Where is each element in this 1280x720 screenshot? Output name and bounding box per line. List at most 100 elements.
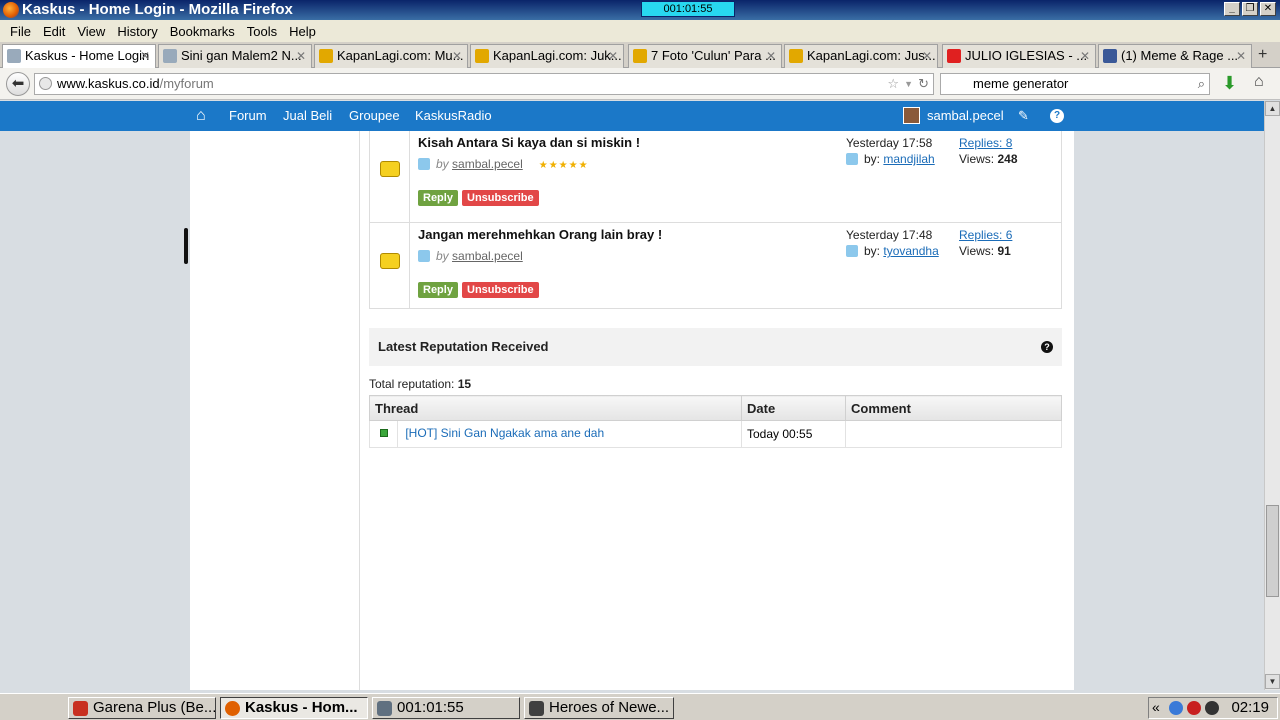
- reputation-thread-link[interactable]: [HOT] Sini Gan Ngakak ama ane dah: [405, 426, 604, 440]
- last-poster-link[interactable]: tyovandha: [883, 244, 938, 258]
- replies-link[interactable]: Replies: 8: [959, 136, 1012, 150]
- taskbar-label: Garena Plus (Be...: [93, 699, 216, 716]
- reputation-comment: [845, 420, 1062, 448]
- expand-icon[interactable]: [418, 250, 430, 262]
- author-link[interactable]: sambal.pecel: [452, 157, 523, 171]
- close-tab-icon[interactable]: ✕: [766, 45, 776, 67]
- kapanlagi-icon: [789, 49, 803, 63]
- column-comment: Comment: [845, 395, 1062, 421]
- tab-label: KapanLagi.com: Jus...: [807, 48, 936, 63]
- expand-icon[interactable]: [418, 158, 430, 170]
- tab-kapanlagi-2[interactable]: KapanLagi.com: Juk... ✕: [470, 44, 624, 68]
- thread-title[interactable]: Kisah Antara Si kaya dan si miskin !: [418, 135, 640, 150]
- pencil-icon[interactable]: ✎: [1018, 101, 1029, 131]
- firefox-icon: [3, 2, 19, 18]
- new-tab-button[interactable]: +: [1258, 46, 1267, 64]
- home-icon[interactable]: ⌂: [196, 101, 206, 131]
- url-bar[interactable]: www.kaskus.co.id/myforum ☆ ▼ ↻: [34, 73, 934, 95]
- unsubscribe-button[interactable]: Unsubscribe: [462, 190, 539, 206]
- url-host: www.kaskus.co.id: [57, 76, 160, 91]
- thread-title[interactable]: Jangan merehmehkan Orang lain bray !: [418, 227, 662, 242]
- close-tab-icon[interactable]: ✕: [1080, 45, 1090, 67]
- menu-help[interactable]: Help: [283, 24, 322, 39]
- close-tab-icon[interactable]: ✕: [296, 45, 306, 67]
- go-last-post-icon[interactable]: [846, 245, 858, 257]
- nav-groupee[interactable]: Groupee: [349, 101, 400, 131]
- tab-meme-rage[interactable]: (1) Meme & Rage ... ✕: [1098, 44, 1252, 68]
- kapanlagi-icon: [319, 49, 333, 63]
- tab-kaskus-home[interactable]: Kaskus - Home Login ✕: [2, 44, 156, 68]
- scroll-up-icon[interactable]: ▲: [1265, 101, 1280, 116]
- by-prefix: by: [436, 249, 449, 263]
- page-scrollbar[interactable]: ▲ ▼: [1264, 101, 1280, 690]
- thread-cell: [HOT] Sini Gan Ngakak ama ane dah: [369, 420, 742, 448]
- folder-icon: [380, 253, 400, 269]
- garena-tray-icon[interactable]: [1187, 701, 1201, 715]
- close-tab-icon[interactable]: ✕: [1236, 45, 1246, 67]
- nav-jual-beli[interactable]: Jual Beli: [283, 101, 332, 131]
- download-icon[interactable]: ⬇: [1222, 73, 1237, 94]
- close-tab-icon[interactable]: ✕: [452, 45, 462, 67]
- restore-button[interactable]: ❐: [1242, 2, 1258, 16]
- close-window-button[interactable]: ✕: [1260, 2, 1276, 16]
- menu-history[interactable]: History: [111, 24, 163, 39]
- tray-expand-icon[interactable]: «: [1152, 699, 1160, 715]
- last-poster-link[interactable]: mandjilah: [883, 152, 934, 166]
- unsubscribe-button[interactable]: Unsubscribe: [462, 282, 539, 298]
- go-last-post-icon[interactable]: [846, 153, 858, 165]
- tab-label: KapanLagi.com: Mu...: [337, 48, 464, 63]
- tab-sini-gan[interactable]: Sini gan Malem2 N... ✕: [158, 44, 312, 68]
- avatar[interactable]: [903, 107, 920, 124]
- reload-icon[interactable]: ↻: [918, 74, 929, 94]
- menu-edit[interactable]: Edit: [37, 24, 71, 39]
- tab-kapanlagi-1[interactable]: KapanLagi.com: Mu... ✕: [314, 44, 468, 68]
- taskbar-label: 001:01:55: [397, 699, 464, 716]
- author-link[interactable]: sambal.pecel: [452, 249, 523, 263]
- taskbar-hon[interactable]: Heroes of Newe...: [524, 697, 674, 719]
- scroll-thumb[interactable]: [1266, 505, 1279, 597]
- reputation-table: Thread Date Comment [HOT] Sini Gan Ngaka…: [369, 395, 1062, 448]
- thread-row: Kisah Antara Si kaya dan si miskin ! by …: [370, 131, 1061, 223]
- network-icon[interactable]: [1169, 701, 1183, 715]
- menu-file[interactable]: File: [4, 24, 37, 39]
- replies-link[interactable]: Replies: 6: [959, 228, 1012, 242]
- url-dropdown-icon[interactable]: ▼: [904, 74, 913, 94]
- bookmark-star-icon[interactable]: ☆: [887, 74, 899, 94]
- tab-7-foto[interactable]: 7 Foto 'Culun' Para ... ✕: [628, 44, 782, 68]
- column-date: Date: [741, 395, 846, 421]
- last-post: by: mandjilah: [846, 152, 935, 166]
- tab-kapanlagi-3[interactable]: KapanLagi.com: Jus... ✕: [784, 44, 938, 68]
- tab-julio-iglesias[interactable]: JULIO IGLESIAS - ... ✕: [942, 44, 1096, 68]
- close-tab-icon[interactable]: ✕: [140, 45, 150, 67]
- table-header: Thread Date Comment: [369, 395, 1062, 421]
- minimize-button[interactable]: _: [1224, 2, 1240, 16]
- scroll-down-icon[interactable]: ▼: [1265, 674, 1280, 689]
- timer-overlay: 001:01:55: [641, 1, 735, 17]
- tab-bar: Kaskus - Home Login ✕ Sini gan Malem2 N.…: [0, 42, 1280, 68]
- app-tray-icon[interactable]: [1205, 701, 1219, 715]
- reputation-heading: Latest Reputation Received ?: [369, 328, 1062, 366]
- menu-bookmarks[interactable]: Bookmarks: [164, 24, 241, 39]
- menu-bar: File Edit View History Bookmarks Tools H…: [0, 20, 1280, 42]
- back-button[interactable]: ⬅: [6, 72, 30, 96]
- thread-date: Yesterday 17:48: [846, 228, 933, 242]
- thread-author: by sambal.pecel ★★★★★: [418, 157, 589, 171]
- nav-kaskusradio[interactable]: KaskusRadio: [415, 101, 492, 131]
- home-icon[interactable]: ⌂: [1254, 73, 1264, 91]
- magnifier-icon[interactable]: ⌕: [1198, 74, 1205, 94]
- reply-button[interactable]: Reply: [418, 282, 458, 298]
- nav-forum[interactable]: Forum: [229, 101, 267, 131]
- username[interactable]: sambal.pecel: [927, 101, 1004, 131]
- taskbar-garena[interactable]: Garena Plus (Be...: [68, 697, 216, 719]
- close-tab-icon[interactable]: ✕: [922, 45, 932, 67]
- help-icon[interactable]: ?: [1041, 341, 1053, 353]
- menu-view[interactable]: View: [71, 24, 111, 39]
- menu-tools[interactable]: Tools: [241, 24, 283, 39]
- help-icon[interactable]: ?: [1050, 109, 1064, 123]
- taskbar-timer[interactable]: 001:01:55: [372, 697, 520, 719]
- hon-icon: [529, 701, 544, 716]
- taskbar-firefox[interactable]: Kaskus - Hom...: [220, 697, 368, 719]
- reply-button[interactable]: Reply: [418, 190, 458, 206]
- close-tab-icon[interactable]: ✕: [608, 45, 618, 67]
- search-input[interactable]: meme generator ⌕: [940, 73, 1210, 95]
